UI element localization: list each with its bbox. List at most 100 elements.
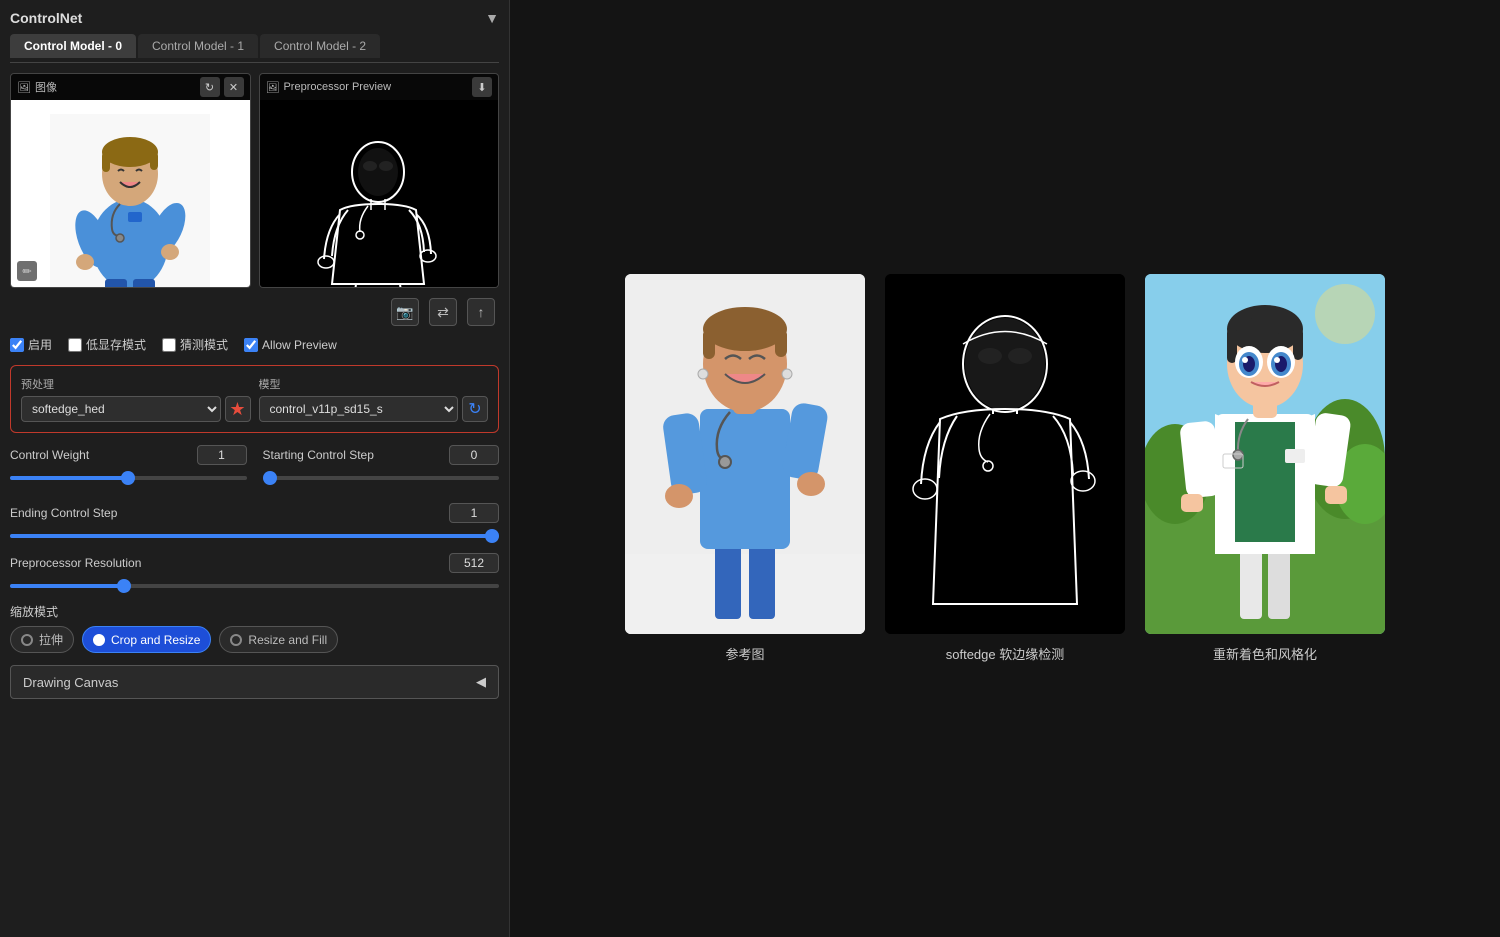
sketch-svg (296, 114, 461, 288)
reference-caption: 参考图 (725, 644, 764, 663)
zoom-resize-fill-btn[interactable]: Resize and Fill (219, 626, 338, 653)
tab-control-model-0[interactable]: Control Model - 0 (10, 34, 136, 58)
close-btn[interactable]: ✕ (224, 77, 244, 97)
output-reference-wrap: 参考图 (625, 274, 865, 663)
starting-step-slider-row: Starting Control Step (263, 445, 500, 483)
images-row: 🖼 图像 ↻ ✕ (10, 73, 499, 288)
output-reference-img (625, 274, 865, 634)
preprocessor-res-value[interactable] (449, 553, 499, 573)
star-icon: ★ (229, 399, 245, 420)
left-panel: ControlNet ▼ Control Model - 0 Control M… (0, 0, 510, 937)
image-box-header-preview: 🖼 Preprocessor Preview ⬇ (260, 74, 499, 100)
low-vram-checkbox[interactable]: 低显存模式 (68, 336, 146, 353)
guess-mode-input[interactable] (162, 338, 176, 352)
action-row: 📷 ⇄ ↑ (10, 298, 499, 326)
control-weight-value[interactable] (197, 445, 247, 465)
drawing-canvas-icon: ◀ (476, 674, 486, 690)
zoom-stretch-btn[interactable]: 拉伸 (10, 626, 74, 653)
output-stylized-wrap: 重新着色和风格化 (1145, 274, 1385, 663)
tab-control-model-2[interactable]: Control Model - 2 (260, 34, 380, 58)
model-section: 模型 control_v11p_sd15_s ↻ (259, 376, 489, 422)
preprocessor-select-row: softedge_hed ★ (21, 396, 251, 422)
original-image-box: 🖼 图像 ↻ ✕ (10, 73, 251, 288)
allow-preview-checkbox[interactable]: Allow Preview (244, 338, 337, 352)
model-preprocessor-box: 预处理 softedge_hed ★ 模型 c (10, 365, 499, 433)
ending-step-slider[interactable] (10, 534, 499, 538)
zoom-label: 缩放模式 (10, 603, 499, 620)
refresh-icon: ↻ (468, 399, 481, 419)
nurse-svg (50, 114, 210, 288)
model-label: 模型 (259, 376, 489, 392)
starting-step-label: Starting Control Step (263, 448, 374, 462)
enable-input[interactable] (10, 338, 24, 352)
allow-preview-label: Allow Preview (262, 338, 337, 352)
zoom-crop-resize-btn[interactable]: Crop and Resize (82, 626, 211, 653)
zoom-radio-group: 拉伸 Crop and Resize Resize and Fill (10, 626, 499, 653)
output-softedge-img (885, 274, 1125, 634)
preprocessor-label: 预处理 (21, 376, 251, 392)
model-grid: 预处理 softedge_hed ★ 模型 c (21, 376, 488, 422)
nurse-image (11, 100, 250, 288)
model-select-row: control_v11p_sd15_s ↻ (259, 396, 489, 422)
upload-btn[interactable]: ↑ (467, 298, 495, 326)
drawing-canvas-btn[interactable]: Drawing Canvas ◀ (10, 665, 499, 699)
panel-title: ControlNet (10, 10, 82, 26)
drawing-canvas-section: Drawing Canvas ◀ (10, 665, 499, 699)
stretch-radio-dot (21, 634, 33, 646)
right-panel: 参考图 (510, 0, 1500, 937)
edit-pencil-btn[interactable]: ✏ (17, 261, 37, 281)
ending-step-value[interactable] (449, 503, 499, 523)
output-stylized-img (1145, 274, 1385, 634)
preprocessor-res-label: Preprocessor Resolution (10, 556, 141, 570)
starting-step-value[interactable] (449, 445, 499, 465)
image-label: 图像 (35, 79, 57, 95)
control-weight-label: Control Weight (10, 448, 120, 462)
crop-resize-label: Crop and Resize (111, 633, 200, 647)
ending-step-slider-row: Ending Control Step (10, 503, 499, 541)
camera-btn[interactable]: 📷 (391, 298, 419, 326)
swap-btn[interactable]: ⇄ (429, 298, 457, 326)
model-refresh-btn[interactable]: ↻ (462, 396, 488, 422)
stylized-svg (1145, 274, 1385, 634)
low-vram-label: 低显存模式 (86, 336, 146, 353)
image-icon: 🖼 (17, 81, 31, 94)
sketch-preview (260, 100, 499, 288)
preprocessor-star-btn[interactable]: ★ (225, 396, 251, 422)
stylized-caption: 重新着色和风格化 (1213, 644, 1317, 663)
stretch-label: 拉伸 (39, 631, 63, 648)
control-weight-slider[interactable] (10, 476, 247, 480)
panel-collapse-btn[interactable]: ▼ (485, 10, 499, 26)
drawing-canvas-label: Drawing Canvas (23, 675, 118, 690)
reference-svg (625, 274, 865, 634)
resize-fill-radio-dot (230, 634, 242, 646)
guess-mode-checkbox[interactable]: 猜测模式 (162, 336, 228, 353)
control-weight-slider-row: Control Weight (10, 445, 247, 483)
zoom-section: 缩放模式 拉伸 Crop and Resize Resize and Fill (10, 603, 499, 653)
preprocessor-res-slider[interactable] (10, 584, 499, 588)
model-select[interactable]: control_v11p_sd15_s (259, 396, 459, 422)
preprocessor-select[interactable]: softedge_hed (21, 396, 221, 422)
guess-mode-label: 猜测模式 (180, 336, 228, 353)
download-preview-btn[interactable]: ⬇ (472, 77, 492, 97)
low-vram-input[interactable] (68, 338, 82, 352)
allow-preview-input[interactable] (244, 338, 258, 352)
ending-step-label: Ending Control Step (10, 506, 120, 520)
top-sliders-grid: Control Weight Starting Control Step (10, 445, 499, 495)
checkboxes-row: 启用 低显存模式 猜测模式 Allow Preview (10, 336, 499, 353)
resize-fill-label: Resize and Fill (248, 633, 327, 647)
preview-label: Preprocessor Preview (283, 81, 391, 93)
starting-step-slider[interactable] (263, 476, 500, 480)
crop-resize-radio-dot (93, 634, 105, 646)
image-box-header-original: 🖼 图像 ↻ ✕ (11, 74, 250, 100)
softedge-caption: softedge 软边缘检测 (946, 644, 1065, 663)
tabs-container: Control Model - 0 Control Model - 1 Cont… (10, 34, 499, 63)
preprocessor-res-slider-row: Preprocessor Resolution (10, 553, 499, 591)
enable-checkbox[interactable]: 启用 (10, 336, 52, 353)
output-softedge-wrap: softedge 软边缘检测 (885, 274, 1125, 663)
preprocessor-section: 预处理 softedge_hed ★ (21, 376, 251, 422)
preview-icon: 🖼 (266, 81, 280, 94)
output-images-container: 参考图 (625, 274, 1385, 663)
enable-label: 启用 (28, 336, 52, 353)
tab-control-model-1[interactable]: Control Model - 1 (138, 34, 258, 58)
refresh-btn[interactable]: ↻ (200, 77, 220, 97)
